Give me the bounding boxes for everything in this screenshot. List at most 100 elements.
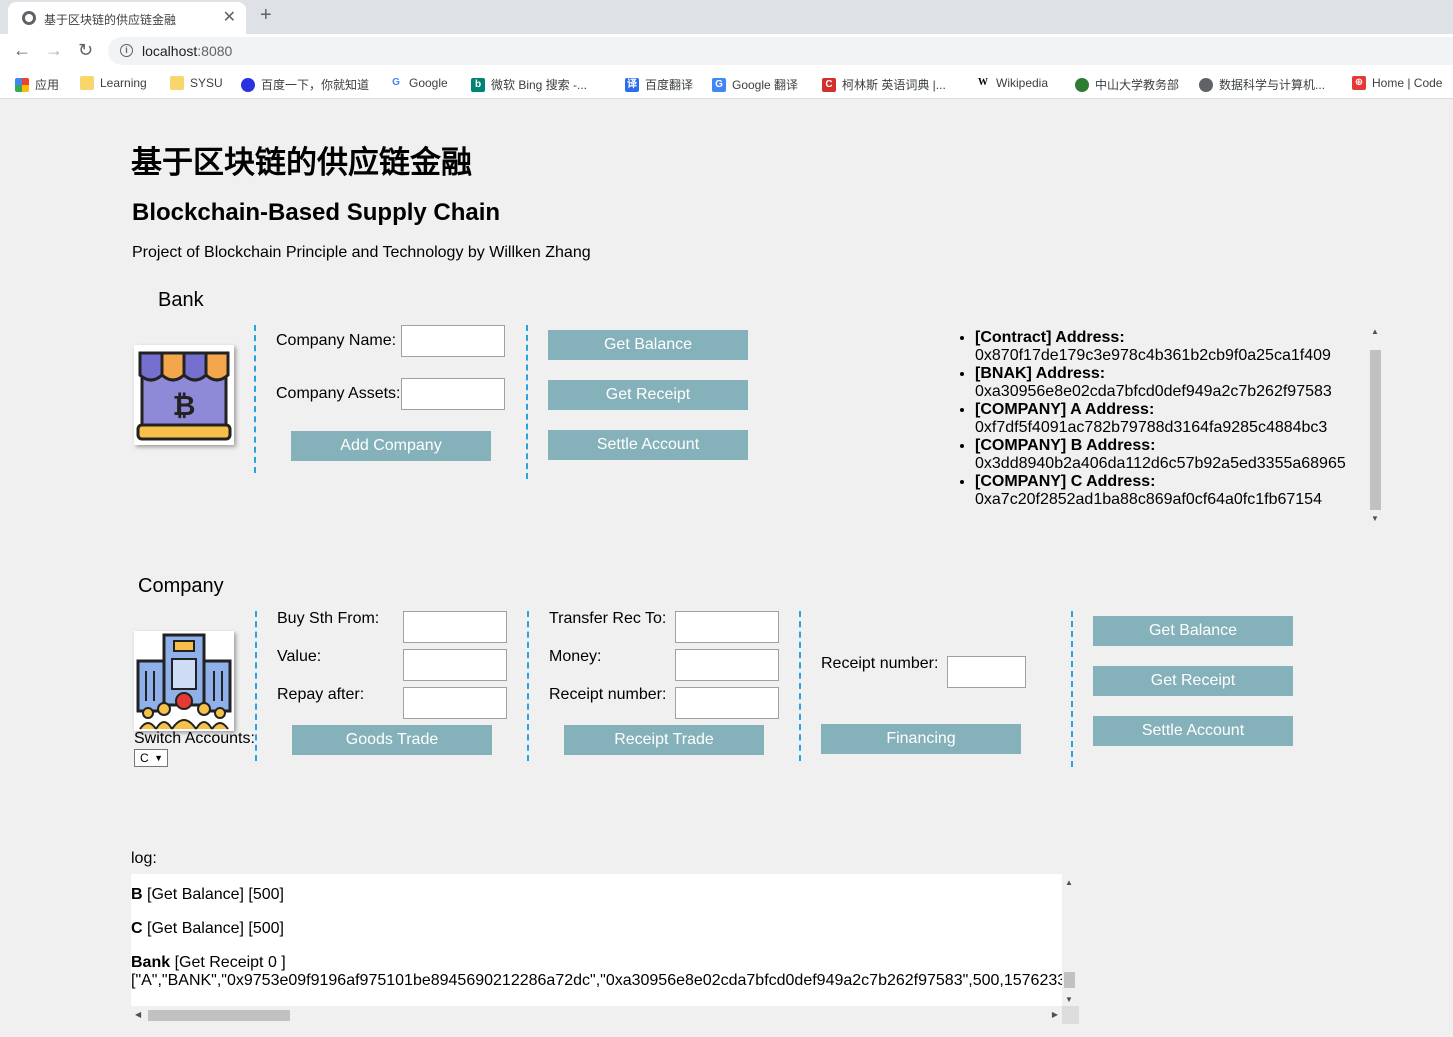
address-scrollbar[interactable]: ▲ ▼ [1368,327,1382,523]
bookmark-google-translate[interactable]: G Google 翻译 [712,76,798,93]
project-description: Project of Blockchain Principle and Tech… [132,244,591,261]
bookmark-sysu-jwb[interactable]: 中山大学教务部 [1075,76,1179,93]
bookmark-code[interactable]: ⊕ Home | Code [1352,76,1442,90]
divider [254,325,256,473]
bookmark-label: 百度一下，你就知道 [261,78,370,92]
buy-from-input[interactable] [403,611,507,643]
bookmark-label: Learning [100,76,147,90]
switch-accounts-select[interactable]: C ▼ [134,749,168,767]
browser-tab[interactable]: 基于区块链的供应链金融 ✕ [8,2,246,34]
page-subtitle: Blockchain-Based Supply Chain [132,199,501,226]
bookmark-label: 数据科学与计算机... [1219,78,1326,92]
scrollbar-thumb[interactable] [148,1010,290,1021]
url-text: localhost:8080 [142,43,232,59]
bookmark-google[interactable]: G Google [389,76,448,90]
scrollbar-thumb[interactable] [1064,972,1075,988]
log-entry-who: Bank [131,954,171,971]
forward-arrow-icon[interactable]: → [45,40,63,61]
log-entry-text: [Get Balance] [500] [142,886,284,903]
close-icon[interactable]: ✕ [223,7,236,27]
company-get-balance-button[interactable]: Get Balance [1093,616,1293,646]
new-tab-icon[interactable]: + [260,4,272,27]
baidu-icon [241,77,255,92]
address-value: 0xf7df5f4091ac782b79788d3164fa9285c4884b… [975,419,1328,436]
switch-accounts-label: Switch Accounts: [134,730,255,747]
address-name: [COMPANY] C Address: [975,473,1156,490]
bookmark-baidu[interactable]: 百度一下，你就知道 [241,76,369,93]
log-box[interactable]: B [Get Balance] [500] C [Get Balance] [5… [131,874,1062,1006]
bookmark-label: Google 翻译 [732,78,799,92]
address-bar[interactable]: i localhost:8080 [108,37,1453,65]
money-input[interactable] [675,649,779,681]
google-translate-icon: G [712,77,726,92]
page-title: 基于区块链的供应链金融 [131,145,472,180]
financing-button[interactable]: Financing [821,724,1021,754]
bing-icon: b [471,77,485,92]
scroll-down-icon[interactable]: ▼ [1065,995,1073,1004]
scroll-left-icon[interactable]: ◀ [135,1010,141,1019]
bookmark-collins[interactable]: C 柯林斯 英语词典 |... [822,76,946,93]
address-list: [Contract] Address:0x870f17de179c3e978c4… [955,329,1355,509]
transfer-to-input[interactable] [675,611,779,643]
address-name: [COMPANY] A Address: [975,401,1155,418]
info-icon[interactable]: i [120,44,133,57]
bookmark-apps[interactable]: 应用 [15,76,59,93]
code-icon: ⊕ [1352,76,1366,90]
receipt-trade-button[interactable]: Receipt Trade [564,725,764,755]
scroll-right-icon[interactable]: ▶ [1052,1010,1058,1019]
folder-icon [170,76,184,90]
address-item: [BNAK] Address:0xa30956e8e02cda7bfcd0def… [975,365,1355,401]
company-settle-account-button[interactable]: Settle Account [1093,716,1293,746]
page-content: 基于区块链的供应链金融 Blockchain-Based Supply Chai… [0,99,1453,1037]
bookmark-sdcs[interactable]: 数据科学与计算机... [1199,76,1325,93]
scroll-up-icon[interactable]: ▲ [1371,327,1379,336]
financing-receipt-input[interactable] [947,656,1026,688]
address-item: [Contract] Address:0x870f17de179c3e978c4… [975,329,1355,365]
address-name: [BNAK] Address: [975,365,1106,382]
baidu-translate-icon: 译 [625,77,639,92]
scrollbar-thumb[interactable] [1370,350,1381,510]
goods-trade-button[interactable]: Goods Trade [292,725,492,755]
repay-after-label: Repay after: [277,686,365,703]
scroll-down-icon[interactable]: ▼ [1371,514,1379,523]
globe-icon [1199,77,1213,92]
log-entry: B [Get Balance] [500] [131,886,284,904]
bookmark-label: 微软 Bing 搜索 -... [491,78,588,92]
reload-icon[interactable]: ↻ [78,40,93,61]
repay-after-input[interactable] [403,687,507,719]
bookmarks-bar: 应用 Learning SYSU 百度一下，你就知道 G Google b 微软… [0,68,1453,99]
log-horizontal-scrollbar[interactable]: ◀ ▶ [131,1006,1062,1024]
log-entry-who: B [131,886,143,903]
bookmark-bing[interactable]: b 微软 Bing 搜索 -... [471,76,587,93]
bitcoin-store-icon: ₿ [136,351,232,441]
address-value: 0x3dd8940b2a406da112d6c57b92a5ed3355a689… [975,455,1346,472]
bookmark-label: SYSU [190,76,223,90]
add-company-button[interactable]: Add Company [291,431,491,461]
log-entry-text: [Get Receipt 0 ] [170,954,286,971]
bank-logo: ₿ [134,345,234,445]
bank-get-receipt-button[interactable]: Get Receipt [548,380,748,410]
company-assets-input[interactable] [401,378,505,410]
transfer-to-label: Transfer Rec To: [549,610,667,627]
bookmark-label: Google [409,76,448,90]
back-arrow-icon[interactable]: ← [13,40,31,61]
company-name-input[interactable] [401,325,505,357]
buy-from-label: Buy Sth From: [277,610,380,627]
address-name: [COMPANY] B Address: [975,437,1156,454]
value-input[interactable] [403,649,507,681]
company-get-receipt-button[interactable]: Get Receipt [1093,666,1293,696]
sysu-icon [1075,77,1089,92]
bank-settle-account-button[interactable]: Settle Account [548,430,748,460]
divider [255,611,257,761]
bookmark-sysu[interactable]: SYSU [170,76,223,90]
scroll-up-icon[interactable]: ▲ [1065,878,1073,887]
bookmark-wikipedia[interactable]: W Wikipedia [976,76,1048,90]
bookmark-baidu-translate[interactable]: 译 百度翻译 [625,76,693,93]
log-vertical-scrollbar[interactable]: ▲ ▼ [1062,874,1076,1006]
chevron-down-icon: ▼ [154,753,163,763]
receipt-number-input[interactable] [675,687,779,719]
divider [526,325,528,479]
bank-get-balance-button[interactable]: Get Balance [548,330,748,360]
bookmark-learning[interactable]: Learning [80,76,147,90]
wikipedia-icon: W [976,76,990,90]
